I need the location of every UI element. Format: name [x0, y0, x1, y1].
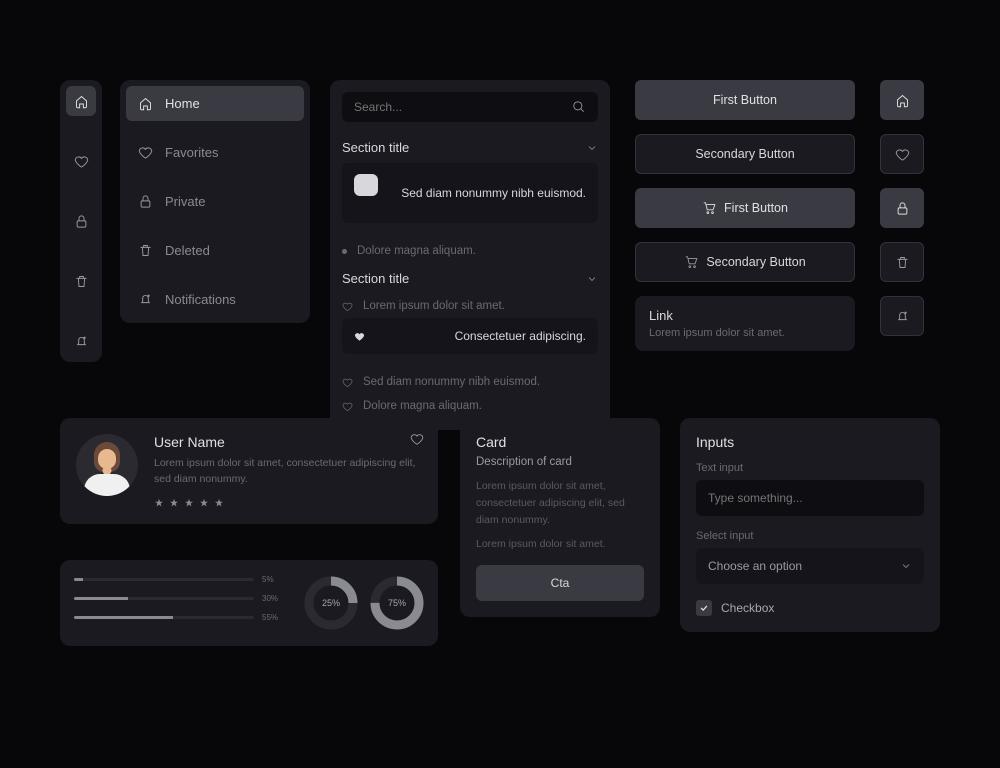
- donut-chart: 25%: [304, 576, 358, 630]
- favorite-icon[interactable]: [410, 432, 424, 446]
- chevron-down-icon: [900, 560, 912, 572]
- chevron-down-icon: [586, 142, 598, 154]
- progress-bar: 55%: [74, 613, 282, 622]
- rail-home[interactable]: [66, 86, 96, 116]
- home-icon: [138, 96, 153, 111]
- heart-icon: [138, 145, 153, 160]
- star-icon: [169, 498, 179, 508]
- inputs-title: Inputs: [696, 434, 924, 450]
- secondary-cart-button[interactable]: Secondary Button: [635, 242, 855, 282]
- check-icon: [699, 603, 709, 613]
- link-title: Link: [649, 308, 841, 323]
- section-header[interactable]: Section title: [342, 271, 598, 286]
- checkbox-label: Checkbox: [721, 601, 774, 615]
- list-item[interactable]: Sed diam nonummy nibh euismod.: [342, 163, 598, 223]
- icon-button-bell[interactable]: [880, 296, 924, 336]
- search-icon: [572, 100, 586, 114]
- bullet-icon: [342, 249, 347, 254]
- star-rating: [154, 498, 422, 508]
- rail-heart[interactable]: [66, 146, 96, 176]
- card-subtitle: Description of card: [476, 456, 644, 468]
- icon-button-home[interactable]: [880, 80, 924, 120]
- text-input-label: Text input: [696, 462, 924, 474]
- star-icon: [214, 498, 224, 508]
- list-item[interactable]: Dolore magna aliquam.: [342, 394, 598, 418]
- select-input[interactable]: Choose an option: [696, 548, 924, 584]
- icon-button-lock[interactable]: [880, 188, 924, 228]
- cart-icon: [702, 201, 716, 215]
- user-desc: Lorem ipsum dolor sit amet, consectetuer…: [154, 456, 422, 488]
- sidebar-item-notifications[interactable]: Notifications: [126, 282, 304, 317]
- rail-lock[interactable]: [66, 206, 96, 236]
- icon-button-column: [880, 80, 926, 350]
- card-title: Card: [476, 434, 644, 450]
- donut-chart: 75%: [370, 576, 424, 630]
- sidebar-item-label: Favorites: [165, 145, 218, 160]
- user-card: User Name Lorem ipsum dolor sit amet, co…: [60, 418, 438, 524]
- card: Card Description of card Lorem ipsum dol…: [460, 418, 660, 617]
- text-input[interactable]: [696, 480, 924, 516]
- card-body: Lorem ipsum dolor sit amet, consectetuer…: [476, 478, 644, 528]
- link-desc: Lorem ipsum dolor sit amet.: [649, 327, 841, 339]
- progress-bar: 30%: [74, 594, 282, 603]
- sidebar-item-home[interactable]: Home: [126, 86, 304, 121]
- rail-bell[interactable]: [66, 326, 96, 356]
- sidebar-item-label: Private: [165, 194, 205, 209]
- sidebar-item-private[interactable]: Private: [126, 184, 304, 219]
- list-item[interactable]: Consectetuer adipiscing.: [342, 318, 598, 354]
- list-item[interactable]: Lorem ipsum dolor sit amet.: [342, 294, 598, 318]
- checkbox[interactable]: [696, 600, 712, 616]
- sidebar-item-deleted[interactable]: Deleted: [126, 233, 304, 268]
- link-card[interactable]: Link Lorem ipsum dolor sit amet.: [635, 296, 855, 351]
- secondary-button[interactable]: Secondary Button: [635, 134, 855, 174]
- heart-icon: [354, 331, 365, 342]
- primary-button[interactable]: First Button: [635, 80, 855, 120]
- inputs-panel: Inputs Text input Select input Choose an…: [680, 418, 940, 632]
- lock-icon: [138, 194, 153, 209]
- bell-icon: [138, 292, 153, 307]
- avatar: [76, 434, 138, 496]
- star-icon: [199, 498, 209, 508]
- rail-trash[interactable]: [66, 266, 96, 296]
- button-column: First Button Secondary Button First Butt…: [635, 80, 855, 351]
- heart-icon: [342, 377, 353, 388]
- list-item[interactable]: Dolore magna aliquam.: [342, 239, 598, 263]
- heart-icon: [342, 401, 353, 412]
- star-icon: [154, 498, 164, 508]
- star-icon: [184, 498, 194, 508]
- card-body: Lorem ipsum dolor sit amet.: [476, 536, 644, 553]
- icon-button-heart[interactable]: [880, 134, 924, 174]
- sidebar-item-favorites[interactable]: Favorites: [126, 135, 304, 170]
- progress-bar: 5%: [74, 575, 282, 584]
- user-name: User Name: [154, 434, 422, 450]
- primary-cart-button[interactable]: First Button: [635, 188, 855, 228]
- search-input[interactable]: [354, 100, 572, 114]
- trash-icon: [138, 243, 153, 258]
- chevron-down-icon: [586, 273, 598, 285]
- list-panel: Section title Sed diam nonummy nibh euis…: [330, 80, 610, 430]
- sidebar-item-label: Notifications: [165, 292, 236, 307]
- section-header[interactable]: Section title: [342, 140, 598, 155]
- icon-rail: [60, 80, 102, 362]
- bullet-icon: [354, 174, 378, 196]
- icon-button-trash[interactable]: [880, 242, 924, 282]
- checkbox-row[interactable]: Checkbox: [696, 600, 924, 616]
- select-label: Select input: [696, 530, 924, 542]
- search-box[interactable]: [342, 92, 598, 122]
- heart-icon: [342, 301, 353, 312]
- list-item[interactable]: Sed diam nonummy nibh euismod.: [342, 370, 598, 394]
- sidebar-item-label: Home: [165, 96, 200, 111]
- progress-panel: 5% 30% 55% 25%75%: [60, 560, 438, 646]
- sidebar-item-label: Deleted: [165, 243, 210, 258]
- sidebar: Home Favorites Private Deleted Notifications: [120, 80, 310, 323]
- cta-button[interactable]: Cta: [476, 565, 644, 601]
- cart-icon: [684, 255, 698, 269]
